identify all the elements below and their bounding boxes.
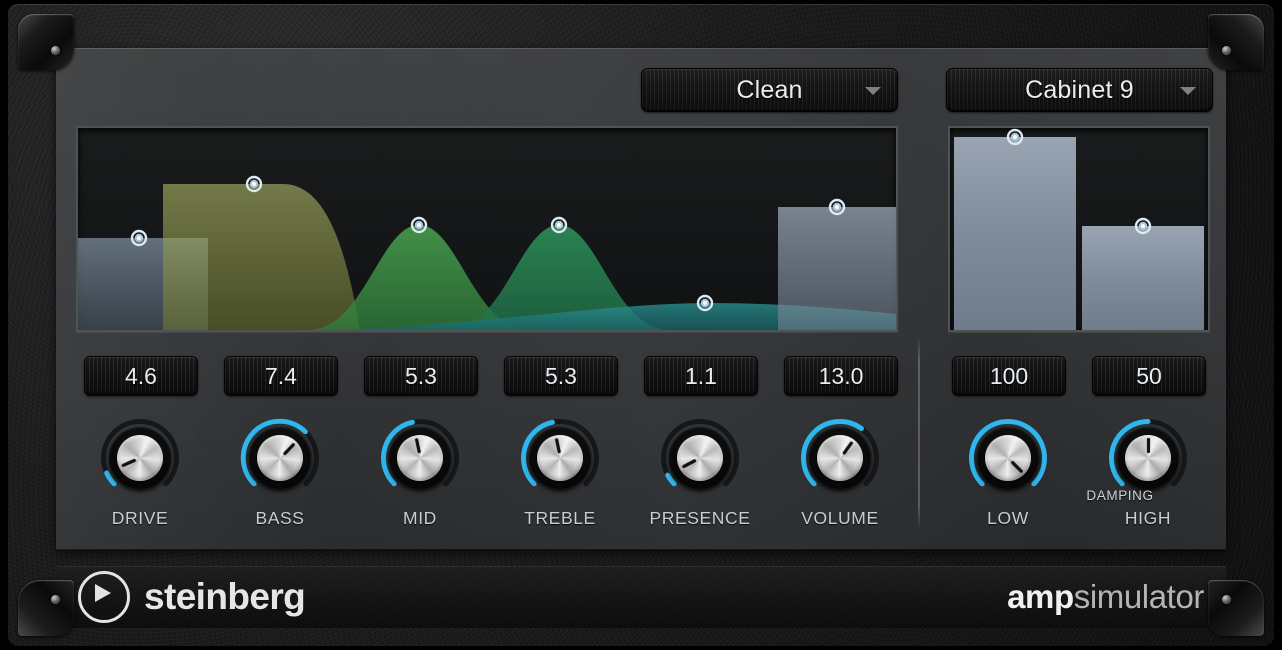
corner-protector-bottom-right <box>1208 580 1264 636</box>
corner-protector-bottom-left <box>18 580 74 636</box>
treble-knob-cap <box>537 435 583 481</box>
bass-knob-label: BASS <box>255 508 305 528</box>
low-knob-group: LOW <box>952 416 1064 529</box>
product-name-bold: amp <box>1007 578 1074 615</box>
damping-bar-high <box>1082 226 1204 330</box>
eq-curve-svg <box>78 175 896 330</box>
damping-group-label: DAMPING <box>1086 488 1154 503</box>
product-name-light: simulator <box>1073 578 1205 615</box>
mid-knob[interactable] <box>378 416 462 500</box>
presence-knob[interactable] <box>658 416 742 500</box>
cabinet-model-dropdown[interactable]: Cabinet 9 <box>946 68 1213 112</box>
high-knob-label: HIGH <box>1124 508 1172 528</box>
volume-value-readout[interactable]: 13.0 <box>784 356 898 396</box>
mid-knob-group: MID <box>364 416 476 529</box>
treble-knob[interactable] <box>518 416 602 500</box>
product-name: ampsimulator <box>1007 578 1204 616</box>
high-value-text: 50 <box>1136 362 1162 389</box>
amp-model-dropdown[interactable]: Clean <box>641 68 898 112</box>
presence-value-text: 1.1 <box>685 362 717 389</box>
bass-value-text: 7.4 <box>265 362 297 389</box>
drive-value-readout[interactable]: 4.6 <box>84 356 198 396</box>
bass-knob-cap <box>257 435 303 481</box>
mid-knob-label: MID <box>403 508 437 528</box>
treble-value-text: 5.3 <box>545 362 577 389</box>
steinberg-logo: steinberg <box>78 571 306 623</box>
drive-value-text: 4.6 <box>125 362 157 389</box>
cabinet-damping-display[interactable] <box>948 126 1210 332</box>
damping-bar-low <box>954 137 1076 330</box>
screw-icon <box>1222 46 1231 55</box>
cabinet-model-label: Cabinet 9 <box>1025 75 1134 104</box>
presence-knob-group: PRESENCE <box>644 416 756 529</box>
treble-value-readout[interactable]: 5.3 <box>504 356 618 396</box>
drive-knob[interactable] <box>98 416 182 500</box>
high-knob-pointer <box>1147 438 1150 453</box>
chevron-down-icon <box>1180 87 1196 95</box>
low-knob-cap <box>985 435 1031 481</box>
drive-knob-label: DRIVE <box>111 508 169 528</box>
cabinet-damping-svg <box>954 128 1204 330</box>
presence-value-readout[interactable]: 1.1 <box>644 356 758 396</box>
presence-knob-label: PRESENCE <box>649 508 751 528</box>
amp-model-label: Clean <box>736 75 803 104</box>
drive-knob-cap <box>117 435 163 481</box>
corner-protector-top-left <box>18 14 74 70</box>
bass-knob[interactable] <box>238 416 322 500</box>
screw-icon <box>1222 595 1231 604</box>
screw-icon <box>51 595 60 604</box>
volume-knob-cap <box>817 435 863 481</box>
treble-knob-group: TREBLE <box>504 416 616 529</box>
volume-knob[interactable] <box>798 416 882 500</box>
play-circle-icon <box>78 571 130 623</box>
low-value-readout[interactable]: 100 <box>952 356 1066 396</box>
volume-value-text: 13.0 <box>818 362 864 389</box>
eq-curve-display[interactable] <box>76 126 898 332</box>
bass-knob-group: BASS <box>224 416 336 529</box>
drive-knob-group: DRIVE <box>84 416 196 529</box>
brand-name: steinberg <box>144 576 306 617</box>
presence-knob-cap <box>677 435 723 481</box>
high-value-readout[interactable]: 50 <box>1092 356 1206 396</box>
mid-value-text: 5.3 <box>405 362 437 389</box>
high-knob-group: HIGH <box>1092 416 1204 529</box>
volume-knob-label: VOLUME <box>801 508 879 528</box>
low-value-text: 100 <box>989 362 1029 389</box>
treble-knob-label: TREBLE <box>524 508 596 528</box>
mid-knob-cap <box>397 435 443 481</box>
mid-value-readout[interactable]: 5.3 <box>364 356 478 396</box>
low-knob-label: LOW <box>987 508 1029 528</box>
volume-knob-group: VOLUME <box>784 416 896 529</box>
bass-value-readout[interactable]: 7.4 <box>224 356 338 396</box>
plugin-window: Clean Cabinet 9 4.6 DRIVE 7.4 BASS 5.3 M… <box>0 0 1282 650</box>
brand-footer: steinberg ampsimulator <box>56 566 1226 628</box>
screw-icon <box>51 46 60 55</box>
chevron-down-icon <box>865 87 881 95</box>
corner-protector-top-right <box>1208 14 1264 70</box>
control-panel: Clean Cabinet 9 4.6 DRIVE 7.4 BASS 5.3 M… <box>56 48 1226 550</box>
section-divider <box>918 338 920 528</box>
low-knob[interactable] <box>966 416 1050 500</box>
